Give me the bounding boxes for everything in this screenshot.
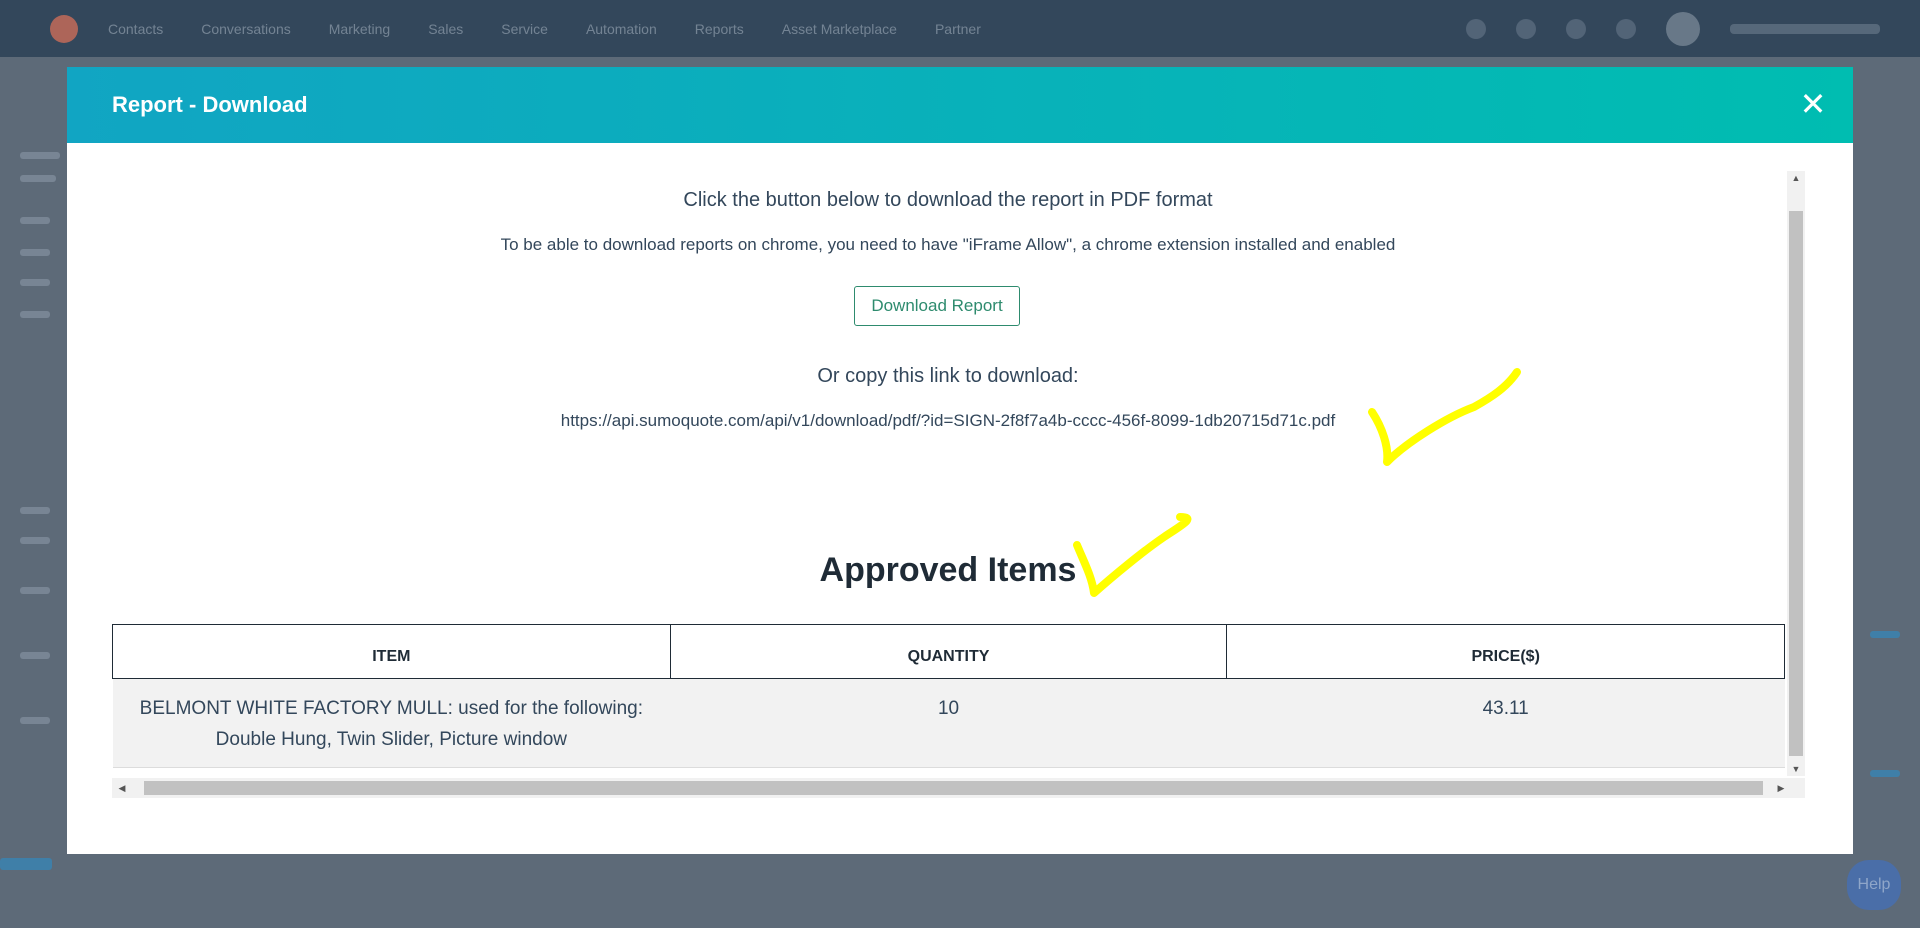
modal-title: Report - Download <box>112 92 308 117</box>
bg-line <box>20 537 50 544</box>
download-report-button[interactable]: Download Report <box>854 286 1020 326</box>
nav-item: Reports <box>694 20 744 37</box>
vertical-scrollbar[interactable]: ▲ ▼ <box>1787 171 1805 776</box>
nav-item: Partner <box>934 20 981 37</box>
column-header-quantity: QUANTITY <box>669 624 1228 679</box>
bg-line <box>1870 631 1900 638</box>
bg-line <box>20 175 56 182</box>
close-icon[interactable]: ✕ <box>1797 88 1829 121</box>
download-instruction: Click the button below to download the r… <box>683 189 1213 211</box>
help-button[interactable]: Help <box>1847 860 1901 910</box>
modal-scroll-area[interactable]: Click the button below to download the r… <box>112 171 1812 784</box>
vertical-scroll-thumb[interactable] <box>1789 211 1803 756</box>
table-row: BELMONT WHITE FACTORY MULL: used for the… <box>112 678 1785 768</box>
bg-line <box>20 311 50 318</box>
scroll-up-arrow-icon[interactable]: ▲ <box>1787 171 1805 185</box>
bg-line <box>20 249 50 256</box>
nav-item: Asset Marketplace <box>781 20 897 37</box>
account-name <box>1730 24 1880 34</box>
nav-item: Automation <box>585 20 657 37</box>
search-icon <box>1466 19 1486 39</box>
horizontal-scrollbar[interactable]: ◀ ▶ <box>112 778 1805 798</box>
nav-item: Conversations <box>201 20 291 37</box>
bg-line <box>20 279 50 286</box>
scroll-down-arrow-icon[interactable]: ▼ <box>1787 762 1805 776</box>
copy-link-label: Or copy this link to download: <box>817 365 1079 387</box>
app-nav-menu: Contacts Conversations Marketing Sales S… <box>108 21 981 37</box>
bg-line <box>20 152 60 159</box>
app-logo <box>50 14 78 43</box>
report-download-modal: Report - Download ✕ Click the button bel… <box>67 67 1853 854</box>
bg-line <box>20 652 50 659</box>
quantity-cell: 10 <box>670 678 1227 768</box>
table-header-row: ITEM QUANTITY PRICE($) <box>112 624 1785 679</box>
app-header-tools <box>1466 12 1880 46</box>
horizontal-scroll-thumb[interactable] <box>144 781 1763 795</box>
column-header-item: ITEM <box>112 624 671 679</box>
item-cell: BELMONT WHITE FACTORY MULL: used for the… <box>112 678 671 768</box>
settings-icon <box>1616 19 1636 39</box>
modal-header: Report - Download ✕ <box>67 67 1853 143</box>
scroll-right-arrow-icon[interactable]: ▶ <box>1773 778 1789 798</box>
nav-item: Sales <box>428 20 464 37</box>
approved-items-table: ITEM QUANTITY PRICE($) BELMONT WHITE FAC… <box>112 624 1785 768</box>
price-cell: 43.11 <box>1226 678 1785 768</box>
approved-items-heading: Approved Items <box>819 551 1077 589</box>
nav-item: Marketing <box>328 20 391 37</box>
app-top-nav: Contacts Conversations Marketing Sales S… <box>0 0 1920 57</box>
help-icon <box>1566 19 1586 39</box>
bg-line <box>20 587 50 594</box>
marketplace-icon <box>1516 19 1536 39</box>
bg-line <box>20 217 50 224</box>
nav-item: Service <box>501 20 548 37</box>
column-header-price: PRICE($) <box>1226 624 1785 679</box>
bg-line <box>1870 770 1900 777</box>
scroll-left-arrow-icon[interactable]: ◀ <box>114 778 130 798</box>
nav-item: Contacts <box>108 20 164 37</box>
bg-line <box>20 717 50 724</box>
bg-badge <box>0 858 52 870</box>
bg-line <box>20 507 50 514</box>
chrome-note: To be able to download reports on chrome… <box>500 235 1396 254</box>
download-link[interactable]: https://api.sumoquote.com/api/v1/downloa… <box>112 411 1784 431</box>
avatar <box>1666 12 1700 46</box>
